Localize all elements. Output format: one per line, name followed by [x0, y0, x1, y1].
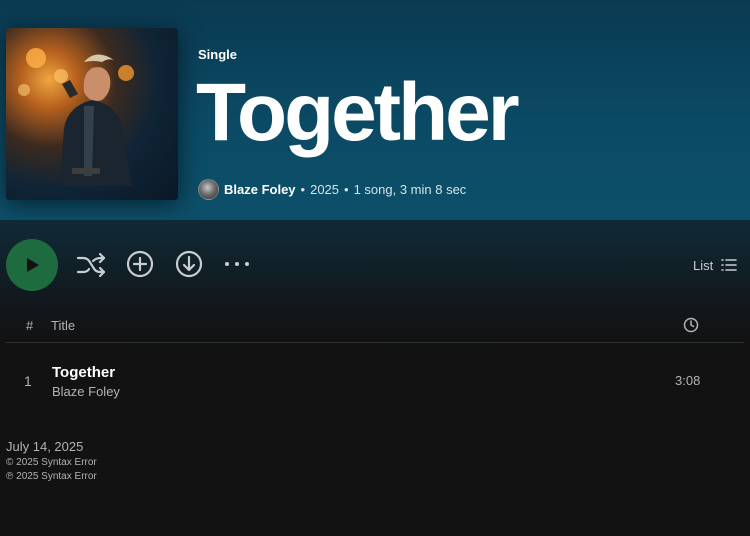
release-type-label: Single [198, 47, 238, 62]
action-bar-background [0, 220, 750, 340]
view-mode-label: List [693, 257, 714, 273]
column-header-title: Title [51, 318, 76, 333]
shuffle-button[interactable] [75, 249, 107, 281]
track-duration: 3:08 [675, 373, 701, 388]
album-title: Together [196, 67, 520, 158]
track-title[interactable]: Together [52, 364, 115, 381]
add-circle-icon [126, 250, 154, 278]
add-to-library-button[interactable] [124, 248, 156, 280]
album-cover-image[interactable] [6, 28, 178, 200]
meta-separator: • [344, 181, 349, 197]
play-icon [27, 258, 39, 272]
table-header-divider [6, 342, 744, 343]
meta-separator: • [300, 181, 306, 197]
album-page: Single Together Blaze Foley • 2025 • 1 s… [0, 0, 750, 536]
more-options-icon [225, 262, 249, 266]
download-icon [175, 250, 203, 278]
track-artist[interactable]: Blaze Foley [52, 384, 120, 399]
more-options-button[interactable] [222, 250, 252, 278]
phonographic-copyright-notice: ℗ 2025 Syntax Error [6, 471, 97, 482]
album-meta: Blaze Foley • 2025 • 1 song, 3 min 8 sec [198, 178, 466, 200]
column-header-duration [683, 317, 699, 338]
list-view-icon [721, 259, 738, 271]
album-header: Single Together Blaze Foley • 2025 • 1 s… [0, 0, 750, 220]
shuffle-icon [76, 252, 106, 278]
clock-icon [683, 317, 699, 333]
artist-link[interactable]: Blaze Foley [224, 182, 296, 197]
release-date: July 14, 2025 [6, 439, 84, 454]
copyright-notice: © 2025 Syntax Error [6, 457, 97, 468]
column-header-number: # [26, 318, 34, 333]
track-number: 1 [24, 373, 32, 389]
download-button[interactable] [173, 248, 205, 280]
track-row[interactable]: 1 Together Blaze Foley 3:08 [6, 356, 744, 404]
view-mode-toggle[interactable]: List [693, 256, 738, 274]
release-year: 2025 [310, 181, 340, 197]
play-button[interactable] [6, 239, 58, 291]
artist-avatar[interactable] [198, 178, 219, 200]
album-summary: 1 song, 3 min 8 sec [353, 181, 467, 197]
